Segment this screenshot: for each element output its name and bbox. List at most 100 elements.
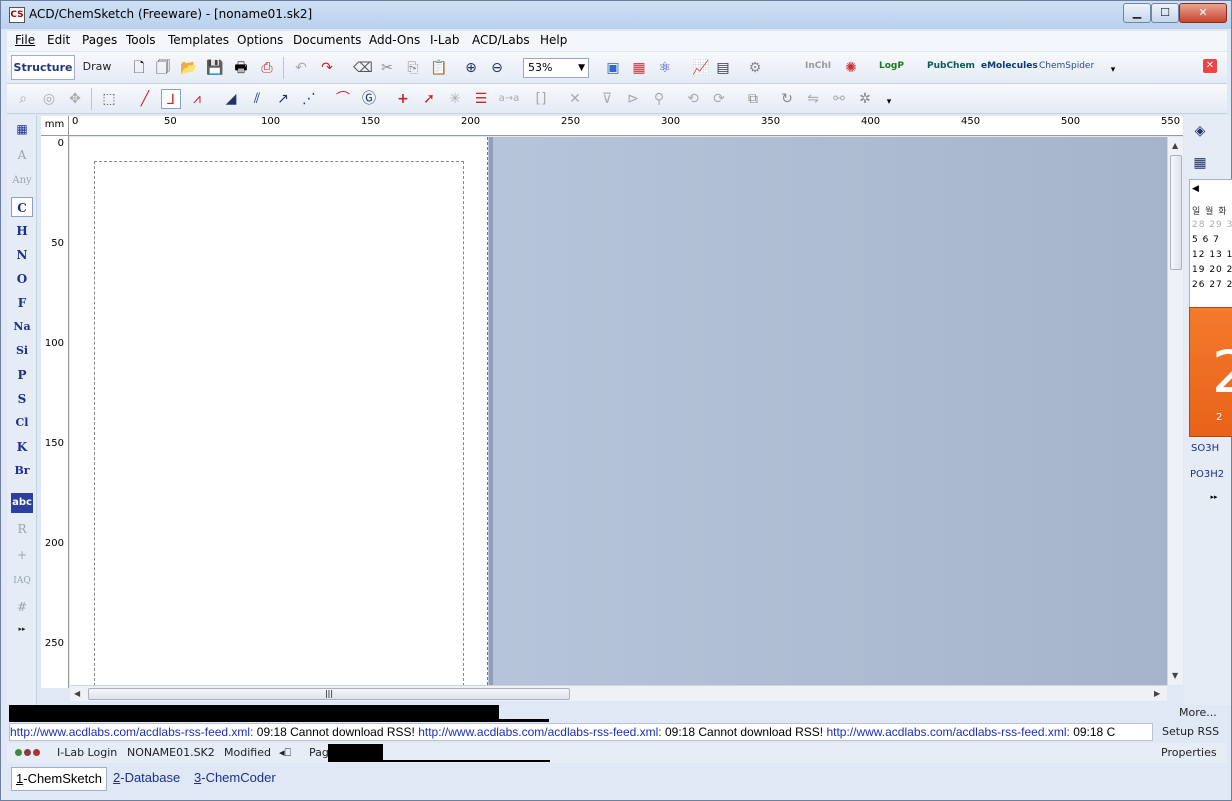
resonance-icon[interactable]: ✳: [445, 89, 465, 109]
menu-documents[interactable]: Documents: [293, 33, 361, 47]
lasso-select-icon[interactable]: ⌕: [13, 89, 33, 109]
tab-chemcoder[interactable]: 3-ChemCoder: [190, 767, 280, 791]
chemspider-button[interactable]: ChemSpider: [1039, 61, 1094, 71]
document-page[interactable]: [70, 137, 488, 685]
palette-text-abc[interactable]: abc: [11, 493, 33, 513]
3d-viewer-icon[interactable]: ▣: [603, 58, 623, 78]
bond-wedge-icon[interactable]: ◢: [221, 89, 241, 109]
palette-atom-f[interactable]: F: [11, 293, 33, 313]
vertical-scrollbar[interactable]: ▲ ▼: [1167, 137, 1183, 685]
copy-icon[interactable]: ⎘: [403, 58, 423, 78]
palette-atom-p[interactable]: P: [11, 365, 33, 385]
move-icon[interactable]: ✥: [65, 89, 85, 109]
logp-button[interactable]: LogP: [879, 61, 904, 71]
rss-feed-link[interactable]: http://www.acdlabs.com/acdlabs-rss-feed.…: [826, 725, 1069, 739]
table-insert-icon[interactable]: ☰: [471, 89, 491, 109]
horizontal-scrollbar[interactable]: ◀ ||| ▶: [70, 685, 1167, 701]
image-insert-icon[interactable]: ▦: [629, 58, 649, 78]
pdf-export-icon[interactable]: ⎙: [257, 58, 277, 78]
tab-chemsketch[interactable]: 1-ChemSketch: [11, 767, 107, 791]
menu-options[interactable]: Options: [237, 33, 283, 47]
palette-charge-plus[interactable]: +: [11, 545, 33, 565]
menu-acd-labs[interactable]: ACD/Labs: [472, 33, 530, 47]
menu-add-ons[interactable]: Add-Ons: [369, 33, 420, 47]
molecule-3d-icon[interactable]: ✺: [841, 58, 861, 78]
flip-vertical-icon[interactable]: ⊽: [597, 89, 617, 109]
menu-i-lab[interactable]: I-Lab: [430, 33, 460, 47]
zoom-out-icon[interactable]: ⊖: [487, 58, 507, 78]
setup-rss-button[interactable]: Setup RSS: [1162, 725, 1219, 738]
undo-icon[interactable]: ↶: [291, 58, 311, 78]
save-icon[interactable]: 💾: [205, 58, 225, 78]
table-grid-icon[interactable]: ▤: [713, 58, 733, 78]
ilab-login-link[interactable]: I-Lab Login: [57, 746, 117, 759]
paste-icon[interactable]: 📋: [429, 58, 449, 78]
close-document-icon[interactable]: ✕: [1203, 59, 1217, 73]
palette-atom-o[interactable]: O: [11, 269, 33, 289]
select-rectangle-icon[interactable]: ⬚: [99, 89, 119, 109]
bond-hash-icon[interactable]: ⫽: [247, 89, 267, 109]
right-panel-more-icon[interactable]: ▸▸: [1204, 487, 1224, 507]
scroll-down-icon[interactable]: ▼: [1172, 671, 1178, 680]
reaction-arrow-icon[interactable]: ➚: [419, 89, 439, 109]
rotate-3d-icon[interactable]: ◎: [39, 89, 59, 109]
scroll-left-icon[interactable]: ◀: [74, 689, 80, 698]
menu-tools[interactable]: Tools: [126, 33, 156, 47]
rotate-left-icon[interactable]: ⟲: [683, 89, 703, 109]
redo-icon[interactable]: ↷: [317, 58, 337, 78]
tab-database[interactable]: 2-Database: [109, 767, 184, 791]
palette-atom-h[interactable]: H: [11, 221, 33, 241]
swap-icon[interactable]: ⇋: [803, 89, 823, 109]
palette-atom-properties[interactable]: IAQ: [11, 571, 33, 591]
palette-atom-any[interactable]: Any: [11, 171, 33, 191]
inchi-button[interactable]: InChI: [805, 61, 831, 71]
draw-mode-tab[interactable]: Draw: [77, 55, 117, 80]
scroll-right-icon[interactable]: ▶: [1154, 689, 1160, 698]
bond-dotted-icon[interactable]: ⋰: [299, 89, 319, 109]
structure-mode-tab[interactable]: Structure: [11, 55, 75, 80]
properties-button[interactable]: Properties: [1161, 746, 1217, 759]
rss-feed-link[interactable]: http://www.acdlabs.com/acdlabs-rss-feed.…: [418, 725, 661, 739]
menu-file[interactable]: File: [15, 33, 35, 47]
menu-help[interactable]: Help: [540, 33, 567, 47]
palette-more-icon[interactable]: ▸▸: [11, 619, 33, 639]
stamp-icon[interactable]: ⚙: [745, 58, 765, 78]
chain-draw-icon[interactable]: ⅃: [161, 89, 181, 109]
refresh-icon[interactable]: ↻: [777, 89, 797, 109]
plus-icon[interactable]: +: [393, 89, 413, 109]
menu-templates[interactable]: Templates: [168, 33, 229, 47]
toolbar-overflow-icon[interactable]: ▾: [1103, 60, 1123, 80]
palette-numbering[interactable]: #: [11, 597, 33, 617]
so3h-group-button[interactable]: SO3H: [1191, 443, 1219, 454]
open-folder-icon[interactable]: 📂: [179, 58, 199, 78]
charge-g-icon[interactable]: Ⓖ: [359, 89, 379, 109]
cut-icon[interactable]: ✂: [377, 58, 397, 78]
rotate-right-icon[interactable]: ⟳: [709, 89, 729, 109]
layers-icon[interactable]: ◈: [1190, 121, 1210, 141]
minimize-button[interactable]: ▁: [1123, 3, 1151, 23]
bond-draw-icon[interactable]: ╱: [135, 89, 155, 109]
chain-zigzag-icon[interactable]: ⩘: [187, 89, 207, 109]
atom-map-icon[interactable]: a→a: [497, 89, 521, 109]
scroll-up-icon[interactable]: ▲: [1172, 141, 1178, 150]
palette-atom-na[interactable]: Na: [11, 317, 33, 337]
group-icon[interactable]: ⧉: [743, 89, 763, 109]
molecule-balls-icon[interactable]: ⚛: [655, 58, 675, 78]
menu-edit[interactable]: Edit: [47, 33, 70, 47]
new-page-icon[interactable]: 🗍: [153, 58, 173, 78]
pubchem-button[interactable]: PubChem: [927, 61, 975, 71]
maximize-button[interactable]: ☐: [1151, 3, 1179, 23]
chemsketch-app-icon[interactable]: CS: [9, 7, 25, 23]
new-document-icon[interactable]: 🗋: [129, 58, 149, 78]
palette-atom-a[interactable]: A: [11, 145, 33, 165]
date-widget[interactable]: 2 2: [1189, 307, 1232, 437]
eraser-icon[interactable]: ⌫: [353, 58, 373, 78]
menu-pages[interactable]: Pages: [82, 33, 117, 47]
toolbar2-overflow-icon[interactable]: ▾: [879, 92, 899, 112]
vertical-scroll-thumb[interactable]: [1170, 155, 1182, 270]
palette-atom-br[interactable]: Br: [11, 461, 33, 481]
hydrogen-icon[interactable]: ⚯: [829, 89, 849, 109]
close-window-button[interactable]: ✕: [1179, 3, 1227, 23]
radical-icon[interactable]: ⌒: [333, 89, 353, 109]
rss-feed-link[interactable]: http://www.acdlabs.com/acdlabs-rss-feed.…: [10, 725, 253, 739]
